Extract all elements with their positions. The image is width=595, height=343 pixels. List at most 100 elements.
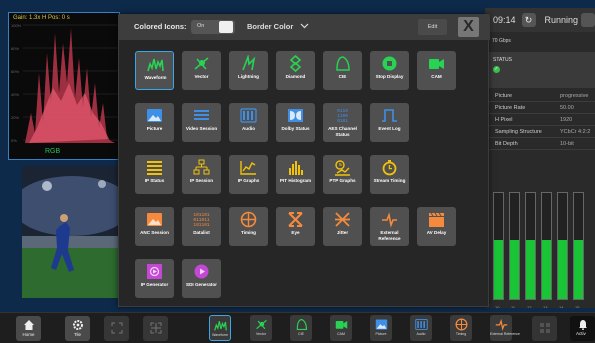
toolbar-app-waveform[interactable]: Waveform [209, 315, 231, 341]
app-tile-anc-session[interactable]: ANC Session [135, 207, 174, 246]
colored-icons-toggle[interactable]: On [191, 20, 235, 34]
toggle-knob [219, 21, 233, 33]
app-tile-datalist[interactable]: 101101 011011 101101 Datalist [182, 207, 221, 246]
meter-fill [558, 239, 567, 299]
toolbar-app-cam[interactable]: CAM [330, 315, 352, 341]
jitter-icon [335, 212, 350, 227]
app-label: PTP Graphs [329, 178, 356, 183]
close-button[interactable]: X [458, 17, 479, 37]
app-tile-lightning[interactable]: Lightning [229, 51, 268, 90]
property-row: Sampling Structure YCbCr 4:2:2 [485, 126, 595, 138]
app-tile-stream-timing[interactable]: Stream Timing [370, 155, 409, 194]
app-tile-jitter[interactable]: Jitter [323, 207, 362, 246]
toolbar-app-audio[interactable]: Audio [410, 315, 432, 341]
app-tile-av-delay[interactable]: AV Delay [417, 207, 456, 246]
layout-button[interactable] [143, 316, 168, 341]
property-value: YCbCr 4:2:2 [560, 129, 591, 135]
eye-icon [288, 212, 303, 227]
home-label: Home [22, 332, 35, 337]
app-tile-vector[interactable]: Vector [182, 51, 221, 90]
property-key: Picture Rate [495, 105, 526, 111]
toolbar-app-external-reference[interactable]: External Reference [490, 315, 520, 341]
dialog-header: Colored Icons: On Border Color Edit X [119, 15, 490, 40]
audio-icon [414, 319, 428, 330]
home-icon [23, 320, 34, 330]
app-tile-event-log[interactable]: Event Log [370, 103, 409, 142]
status-panel: 09:14 ↻ Running 70 Gbps STATUS ✓ Picture… [485, 8, 595, 308]
status-header: 09:14 ↻ Running [485, 8, 595, 32]
anc-session-icon [147, 213, 162, 226]
app-tile-ip-status[interactable]: IP Status [135, 155, 174, 194]
app-label: Lightning [238, 74, 259, 79]
app-label: Picture [146, 126, 163, 131]
tile-button[interactable]: Tile [65, 316, 90, 341]
property-key: H Pixel [495, 117, 513, 123]
edit-button[interactable]: Edit [418, 19, 447, 35]
stadium-picture [22, 166, 122, 298]
app-tile-stop-display[interactable]: Stop Display [370, 51, 409, 90]
app-label: Video Session [185, 126, 218, 131]
app-tile-aes-channel[interactable]: 0110 1100 0101 AES Channel Status [323, 103, 362, 142]
app-tile-ptp-graphs[interactable]: PTP Graphs [323, 155, 362, 194]
app-label: Stop Display [375, 74, 404, 79]
activity-button[interactable]: Activ [570, 316, 595, 341]
property-row: Picture Rate 50.00 [485, 102, 595, 114]
toolbar-app-label: Timing [455, 332, 467, 336]
toolbar-app-cie[interactable]: CIE [290, 315, 312, 341]
timing-icon [240, 211, 257, 228]
app-tile-timing[interactable]: Timing [229, 207, 268, 246]
av-delay-icon [429, 212, 444, 227]
app-tile-picture[interactable]: Picture [135, 103, 174, 142]
audio-meter [573, 192, 584, 300]
app-label: IP Session [189, 178, 214, 183]
app-tile-video-session[interactable]: Video Session [182, 103, 221, 142]
app-tile-waveform[interactable]: Waveform [135, 51, 174, 90]
running-status: Running [544, 15, 579, 25]
app-tile-audio[interactable]: Audio [229, 103, 268, 142]
activity-label: Activ [576, 331, 586, 336]
app-tile-ip-graphs[interactable]: IP Graphs [229, 155, 268, 194]
app-tile-sdi-generator[interactable]: SDI Generator [182, 259, 221, 298]
chevron-down-icon[interactable] [300, 21, 309, 30]
property-value: progressive [560, 93, 589, 99]
run-toggle-button[interactable] [581, 13, 595, 27]
app-tile-ip-generator[interactable]: IP Generator [135, 259, 174, 298]
app-label: SDI Generator [186, 282, 217, 287]
diamond-icon [289, 55, 302, 72]
home-button[interactable]: Home [16, 316, 41, 341]
app-tile-ip-session[interactable]: IP Session [182, 155, 221, 194]
app-label: Diamond [285, 74, 306, 79]
toolbar-app-picture[interactable]: Picture [370, 315, 392, 341]
toolbar-app-label: CIE [298, 332, 304, 336]
event-log-icon [382, 109, 397, 122]
lightning-icon [242, 55, 256, 71]
layout-icon [150, 322, 161, 334]
border-color-dropdown[interactable]: Border Color [247, 22, 293, 31]
app-tile-external-reference[interactable]: External Reference [370, 207, 409, 246]
toggle-state-label: On [197, 23, 205, 29]
refresh-icon[interactable]: ↻ [521, 13, 536, 27]
app-tile-dolby[interactable]: Dolby Status [276, 103, 315, 142]
app-tile-pit-histogram[interactable]: PIT Histogram [276, 155, 315, 194]
app-tile-cie[interactable]: CIE [323, 51, 362, 90]
app-tile-eye[interactable]: Eye [276, 207, 315, 246]
toolbar-app-label: Picture [375, 332, 387, 336]
ip-graphs-icon [240, 161, 256, 175]
waveform-tile[interactable]: Gain: 1.3x H Pos: 0 s 100% 80% 60% 40% 2… [8, 12, 120, 160]
expand-button[interactable] [104, 316, 129, 341]
dolby-icon [288, 109, 303, 122]
app-label: IP Graphs [237, 178, 260, 183]
app-label: Timing [241, 230, 256, 235]
app-tile-diamond[interactable]: Diamond [276, 51, 315, 90]
video-tile[interactable] [22, 166, 122, 298]
audio-meter [557, 192, 568, 300]
toolbar-app-vector[interactable]: Vector [250, 315, 272, 341]
app-label: Jitter [336, 230, 349, 235]
ip-generator-icon [147, 264, 162, 279]
empty-slot-button[interactable] [532, 316, 557, 341]
audio-meter [493, 192, 504, 300]
toolbar-app-timing[interactable]: Timing [450, 315, 472, 341]
datalist-icon: 101101011011101101 [193, 212, 210, 228]
app-tile-cam[interactable]: CAM [417, 51, 456, 90]
timing-icon [455, 318, 467, 331]
